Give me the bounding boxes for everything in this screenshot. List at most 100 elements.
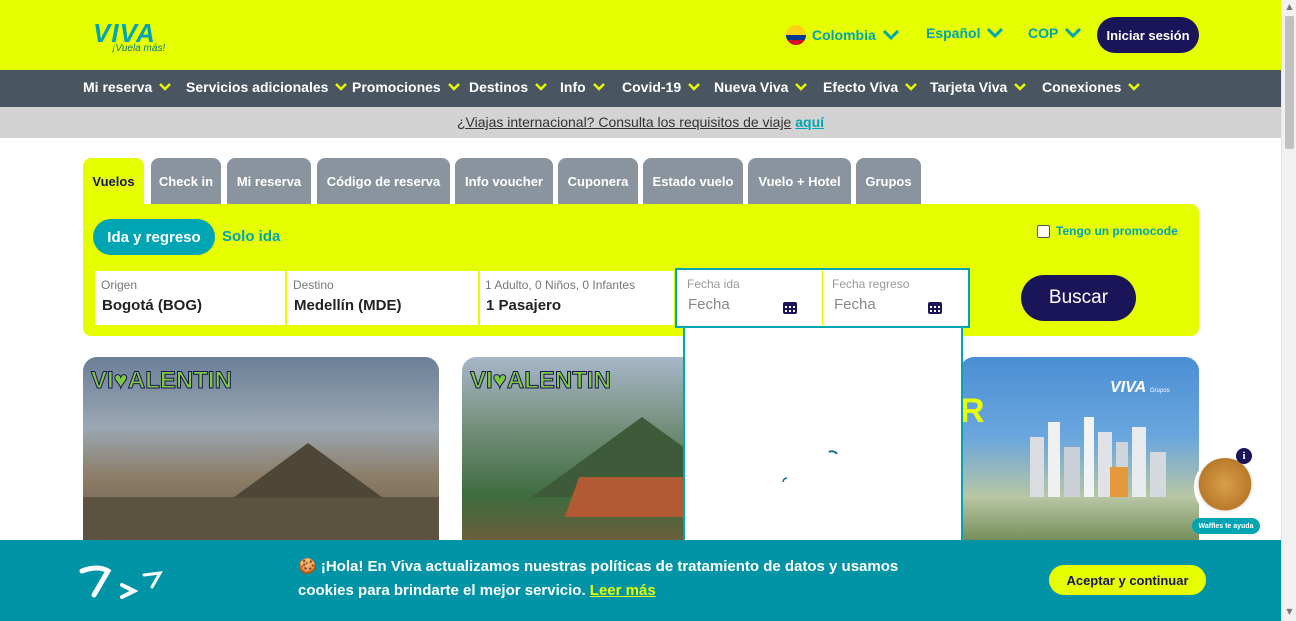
dog-avatar[interactable]: [1194, 456, 1256, 518]
nav-item-servicios[interactable]: Servicios adicionales: [186, 79, 350, 95]
currency-label: COP: [1028, 25, 1059, 41]
nav-item-label: Info: [560, 79, 586, 95]
nav-item-efecto-viva[interactable]: Efecto Viva: [823, 79, 920, 95]
departure-date-label: Fecha ida: [687, 277, 740, 291]
origin-label: Origen: [101, 278, 138, 292]
colombia-flag-icon: [786, 25, 806, 45]
nav-item-label: Conexiones: [1042, 79, 1122, 95]
login-button[interactable]: Iniciar sesión: [1097, 17, 1199, 53]
chevron-down-icon: [335, 83, 348, 91]
nav-item-nueva-viva[interactable]: Nueva Viva: [714, 79, 810, 95]
destination-label: Destino: [293, 278, 334, 292]
tab-vuelo-hotel[interactable]: Vuelo + Hotel: [748, 158, 851, 204]
nav-item-label: Covid-19: [622, 79, 682, 95]
valentin-badge: VI♥ALENTIN: [470, 367, 612, 395]
calendar-dropdown[interactable]: [683, 326, 963, 556]
nav-item-tarjeta-viva[interactable]: Tarjeta Viva: [930, 79, 1029, 95]
scroll-up-arrow-icon[interactable]: ▲: [1285, 2, 1294, 12]
tab-grupos[interactable]: Grupos: [856, 158, 921, 204]
chevron-down-icon: [987, 27, 1004, 39]
tab-mi-reserva[interactable]: Mi reserva: [227, 158, 311, 204]
chevron-down-icon: [447, 83, 460, 91]
search-button[interactable]: Buscar: [1021, 275, 1136, 321]
destination-field[interactable]: Destino Medellín (MDE): [287, 271, 478, 325]
nav-item-conexiones[interactable]: Conexiones: [1042, 79, 1143, 95]
tab-info-voucher[interactable]: Info voucher: [455, 158, 553, 204]
nav-item-destinos[interactable]: Destinos: [469, 79, 550, 95]
main-nav: Mi reserva Servicios adicionales Promoci…: [0, 70, 1281, 107]
chevron-down-icon: [159, 83, 172, 91]
info-icon[interactable]: i: [1236, 448, 1252, 464]
tab-check-in[interactable]: Check in: [151, 158, 221, 204]
origin-value: Bogotá (BOG): [102, 297, 202, 314]
notice-text[interactable]: ¿Viajas internacional? Consulta los requ…: [457, 114, 791, 130]
chevron-down-icon: [1014, 83, 1027, 91]
passengers-breakdown: 1 Adulto, 0 Niños, 0 Infantes: [485, 278, 636, 292]
passengers-value: 1 Pasajero: [486, 297, 562, 314]
tab-estado-vuelo[interactable]: Estado vuelo: [643, 158, 743, 204]
language-label: Español: [926, 25, 981, 41]
promo-card-cartagena[interactable]: R VIVA Grupos: [960, 357, 1199, 557]
departure-date-field[interactable]: Fecha ida Fecha: [677, 270, 822, 326]
language-selector[interactable]: Español: [926, 25, 1004, 41]
chevron-down-icon: [688, 83, 701, 91]
tab-codigo-reserva[interactable]: Código de reserva: [317, 158, 450, 204]
country-selector[interactable]: Colombia: [786, 25, 900, 45]
valentin-badge: VI♥ALENTIN: [91, 367, 233, 395]
chevron-down-icon: [1128, 83, 1141, 91]
checkbox-icon[interactable]: [1037, 224, 1050, 238]
promocode-checkbox[interactable]: Tengo un promocode: [1037, 224, 1178, 238]
nav-item-covid[interactable]: Covid-19: [622, 79, 703, 95]
nav-item-label: Destinos: [469, 79, 529, 95]
chevron-down-icon: [905, 83, 918, 91]
viva-grupos-logo: VIVA Grupos: [1110, 379, 1170, 397]
chevron-down-icon: [535, 83, 548, 91]
chat-label[interactable]: Waffles te ayuda: [1192, 518, 1260, 534]
loading-spinner-icon: [782, 450, 838, 483]
vertical-scrollbar[interactable]: ▲ ▼: [1281, 0, 1296, 621]
chat-widget[interactable]: i Waffles te ayuda: [1192, 448, 1260, 534]
passengers-field[interactable]: 1 Adulto, 0 Niños, 0 Infantes 1 Pasajero: [480, 271, 674, 325]
chevron-down-icon: [882, 29, 899, 41]
scroll-down-arrow-icon[interactable]: ▼: [1285, 607, 1294, 617]
tab-vuelos[interactable]: Vuelos: [83, 158, 144, 204]
round-trip-toggle[interactable]: Ida y regreso: [93, 219, 215, 255]
scrollbar-thumb[interactable]: [1285, 16, 1294, 149]
date-range-field: Fecha ida Fecha Fecha regreso Fecha: [675, 268, 970, 328]
calendar-icon: [783, 302, 797, 314]
notice-link[interactable]: aquí: [795, 114, 824, 130]
viva-logo[interactable]: VIVA ¡Vuela más!: [93, 18, 173, 58]
page: VIVA ¡Vuela más! Colombia Español COP In…: [0, 0, 1281, 621]
travel-notice-bar: ¿Viajas internacional? Consulta los requ…: [0, 107, 1281, 138]
chevron-down-icon: [1065, 27, 1082, 39]
nav-item-info[interactable]: Info: [560, 79, 608, 95]
viva-arrows-logo-icon: [79, 565, 163, 599]
nav-item-label: Efecto Viva: [823, 79, 899, 95]
return-date-label: Fecha regreso: [832, 277, 910, 291]
country-label: Colombia: [812, 27, 876, 43]
city-skyline-image: [1030, 417, 1166, 497]
nav-item-label: Mi reserva: [83, 79, 153, 95]
departure-date-placeholder: Fecha: [688, 296, 730, 313]
destination-value: Medellín (MDE): [294, 297, 402, 314]
chevron-down-icon: [592, 83, 605, 91]
nav-item-mi-reserva[interactable]: Mi reserva: [83, 79, 174, 95]
one-way-toggle[interactable]: Solo ida: [222, 228, 280, 245]
cookie-message: 🍪 ¡Hola! En Viva actualizamos nuestras p…: [298, 555, 958, 603]
cookie-banner: 🍪 ¡Hola! En Viva actualizamos nuestras p…: [0, 540, 1281, 621]
pyramid-image: [233, 443, 383, 498]
logo-tagline: ¡Vuela más!: [112, 43, 166, 54]
origin-field[interactable]: Origen Bogotá (BOG): [95, 271, 285, 325]
nav-item-label: Promociones: [352, 79, 441, 95]
nav-item-label: Nueva Viva: [714, 79, 789, 95]
nav-item-label: Servicios adicionales: [186, 79, 329, 95]
tab-cuponera[interactable]: Cuponera: [558, 158, 638, 204]
accept-cookies-button[interactable]: Aceptar y continuar: [1049, 565, 1206, 595]
promo-card-teotihuacan[interactable]: VI♥ALENTIN: [83, 357, 439, 557]
return-date-field[interactable]: Fecha regreso Fecha: [823, 270, 968, 326]
promocode-label: Tengo un promocode: [1056, 224, 1178, 238]
top-header: VIVA ¡Vuela más! Colombia Español COP In…: [0, 0, 1281, 70]
currency-selector[interactable]: COP: [1028, 25, 1082, 41]
nav-item-promociones[interactable]: Promociones: [352, 79, 463, 95]
read-more-link[interactable]: Leer más: [590, 582, 656, 599]
